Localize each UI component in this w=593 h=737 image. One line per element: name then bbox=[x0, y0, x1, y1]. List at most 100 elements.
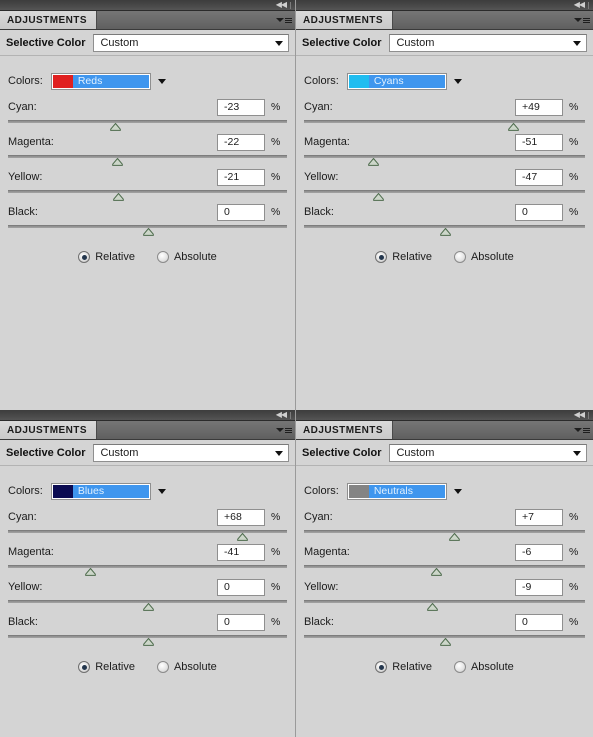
slider-thumb[interactable] bbox=[439, 638, 451, 646]
slider-thumb[interactable] bbox=[449, 533, 461, 541]
radio-absolute[interactable]: Absolute bbox=[156, 661, 217, 673]
slider-value-input[interactable]: -41 bbox=[217, 543, 265, 561]
panel-menu-button[interactable] bbox=[273, 421, 295, 439]
slider-value-input[interactable]: 0 bbox=[217, 613, 265, 631]
slider-track[interactable] bbox=[8, 633, 287, 647]
radio-indicator[interactable] bbox=[375, 251, 388, 263]
radio-indicator[interactable] bbox=[453, 661, 466, 673]
tab-adjustments[interactable]: ADJUSTMENTS bbox=[296, 421, 393, 439]
slider-value-input[interactable]: 0 bbox=[217, 578, 265, 596]
collapse-arrows-icon[interactable]: ◀◀ bbox=[574, 1, 585, 9]
colors-row: Colors: Blues bbox=[8, 481, 287, 501]
colors-select[interactable]: Blues bbox=[50, 482, 151, 500]
preset-select[interactable]: Custom bbox=[93, 443, 289, 462]
panel-menu-button[interactable] bbox=[571, 11, 593, 29]
slider-track[interactable] bbox=[8, 598, 287, 612]
tab-adjustments[interactable]: ADJUSTMENTS bbox=[0, 421, 97, 439]
slider-track[interactable] bbox=[304, 598, 585, 612]
percent-label: % bbox=[569, 581, 579, 593]
slider-thumb[interactable] bbox=[427, 603, 438, 611]
slider-thumb[interactable] bbox=[431, 568, 442, 576]
radio-absolute[interactable]: Absolute bbox=[156, 251, 217, 263]
panel-header-row: Selective Color Custom bbox=[296, 30, 593, 56]
slider-thumb[interactable] bbox=[508, 123, 520, 131]
slider-track[interactable] bbox=[304, 188, 585, 202]
slider-value-input[interactable]: -22 bbox=[217, 133, 265, 151]
collapse-arrows-icon[interactable]: ◀◀ bbox=[276, 1, 287, 9]
slider-value-input[interactable]: +68 bbox=[217, 508, 265, 526]
slider-value-input[interactable]: -47 bbox=[515, 168, 563, 186]
radio-indicator[interactable] bbox=[78, 661, 91, 673]
slider-track[interactable] bbox=[304, 223, 585, 237]
tab-adjustments[interactable]: ADJUSTMENTS bbox=[296, 11, 393, 29]
slider-thumb[interactable] bbox=[237, 533, 249, 541]
radio-relative[interactable]: Relative bbox=[375, 251, 432, 263]
slider-track[interactable] bbox=[8, 528, 287, 542]
radio-absolute[interactable]: Absolute bbox=[453, 661, 514, 673]
slider-thumb[interactable] bbox=[142, 638, 154, 646]
slider-row: Magenta: -22% bbox=[8, 132, 287, 152]
slider-track[interactable] bbox=[8, 118, 287, 132]
slider-thumb[interactable] bbox=[373, 193, 385, 201]
slider-track[interactable] bbox=[304, 633, 585, 647]
slider-thumb[interactable] bbox=[368, 158, 379, 166]
radio-absolute-label: Absolute bbox=[470, 251, 514, 263]
slider-thumb[interactable] bbox=[142, 603, 154, 611]
panel-menu-button[interactable] bbox=[571, 421, 593, 439]
chevron-down-icon[interactable] bbox=[453, 488, 462, 494]
tab-adjustments[interactable]: ADJUSTMENTS bbox=[0, 11, 97, 29]
collapse-arrows-icon[interactable]: ◀◀ bbox=[276, 411, 287, 419]
chevron-down-icon[interactable] bbox=[157, 78, 166, 84]
collapse-arrows-icon[interactable]: ◀◀ bbox=[574, 411, 585, 419]
slider-thumb[interactable] bbox=[111, 158, 123, 166]
slider-value-input[interactable]: -51 bbox=[515, 133, 563, 151]
slider-value-input[interactable]: +49 bbox=[515, 98, 563, 116]
preset-select[interactable]: Custom bbox=[389, 443, 587, 462]
slider-thumb[interactable] bbox=[113, 193, 125, 201]
chevron-down-icon bbox=[275, 40, 283, 46]
radio-indicator[interactable] bbox=[453, 251, 466, 263]
slider-value-input[interactable]: -23 bbox=[217, 98, 265, 116]
slider-track[interactable] bbox=[8, 188, 287, 202]
chevron-down-icon[interactable] bbox=[453, 78, 462, 84]
radio-indicator[interactable] bbox=[156, 251, 169, 263]
slider-value-input[interactable]: 0 bbox=[515, 203, 563, 221]
radio-absolute-label: Absolute bbox=[173, 661, 217, 673]
slider-track[interactable] bbox=[304, 153, 585, 167]
colors-select[interactable]: Cyans bbox=[346, 72, 447, 90]
slider-thumb[interactable] bbox=[85, 568, 97, 576]
slider-row: Cyan: +7% bbox=[304, 507, 585, 527]
slider-thumb[interactable] bbox=[142, 228, 154, 236]
slider-thumb[interactable] bbox=[439, 228, 451, 236]
slider-value-input[interactable]: -21 bbox=[217, 168, 265, 186]
slider-track[interactable] bbox=[304, 528, 585, 542]
panel-menu-button[interactable] bbox=[273, 11, 295, 29]
slider-value-input[interactable]: 0 bbox=[217, 203, 265, 221]
preset-select[interactable]: Custom bbox=[93, 33, 289, 52]
slider-thumb[interactable] bbox=[110, 123, 122, 131]
radio-relative[interactable]: Relative bbox=[78, 251, 135, 263]
preset-select[interactable]: Custom bbox=[389, 33, 587, 52]
chevron-down-icon[interactable] bbox=[157, 488, 166, 494]
panel-header-row: Selective Color Custom bbox=[0, 440, 295, 466]
radio-absolute[interactable]: Absolute bbox=[453, 251, 514, 263]
colors-select[interactable]: Reds bbox=[50, 72, 151, 90]
slider-track[interactable] bbox=[8, 223, 287, 237]
slider-track[interactable] bbox=[8, 153, 287, 167]
slider-value-input[interactable]: -9 bbox=[515, 578, 563, 596]
slider-value-input[interactable]: +7 bbox=[515, 508, 563, 526]
radio-relative[interactable]: Relative bbox=[78, 661, 135, 673]
colors-select[interactable]: Neutrals bbox=[346, 482, 447, 500]
radio-indicator[interactable] bbox=[78, 251, 91, 263]
radio-indicator[interactable] bbox=[156, 661, 169, 673]
slider-value-input[interactable]: -6 bbox=[515, 543, 563, 561]
slider-track[interactable] bbox=[304, 563, 585, 577]
radio-indicator[interactable] bbox=[375, 661, 388, 673]
percent-label: % bbox=[569, 136, 579, 148]
radio-relative[interactable]: Relative bbox=[375, 661, 432, 673]
slider-value-input[interactable]: 0 bbox=[515, 613, 563, 631]
slider-track[interactable] bbox=[8, 563, 287, 577]
slider-track[interactable] bbox=[304, 118, 585, 132]
panel-body: Colors: Neutrals Cyan: +7% Magenta: -6% Yellow… bbox=[296, 466, 593, 673]
